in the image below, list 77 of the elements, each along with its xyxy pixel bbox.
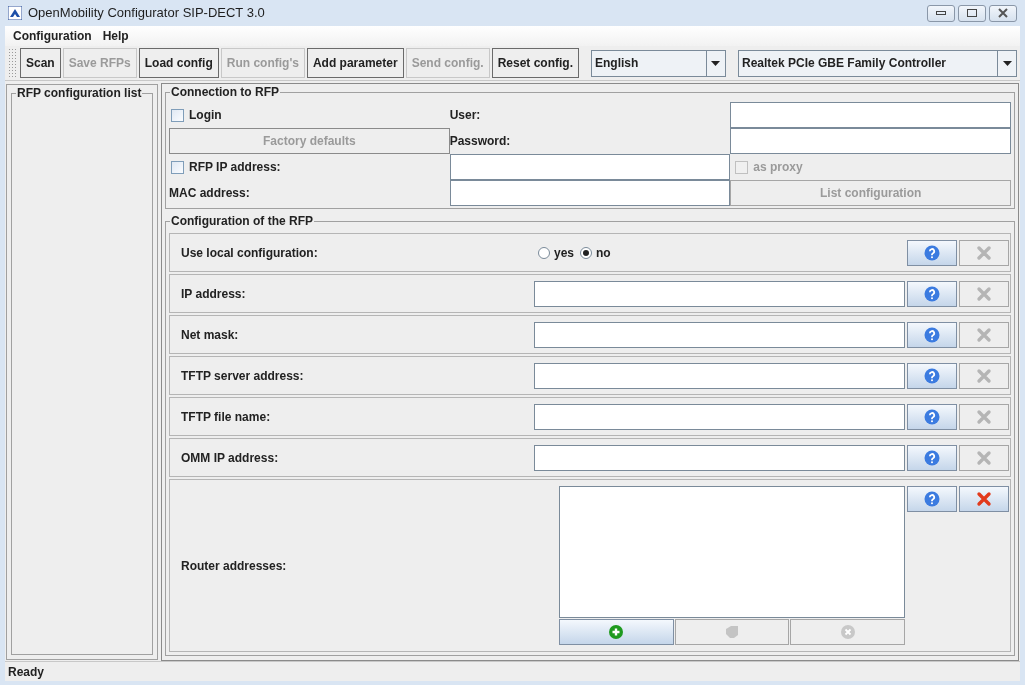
field-label: IP address:: [180, 285, 247, 303]
field-label: Use local configuration:: [180, 244, 319, 262]
field-label: MAC address:: [169, 185, 250, 202]
maximize-icon: [967, 9, 977, 17]
text-field[interactable]: [730, 102, 1011, 128]
help-icon: [924, 449, 940, 466]
window-title: OpenMobility Configurator SIP-DECT 3.0: [28, 4, 265, 23]
text-field[interactable]: [449, 180, 731, 206]
group-title: Configuration of the RFP: [170, 213, 314, 229]
maximize-button[interactable]: [958, 4, 986, 22]
help-icon: [924, 367, 940, 384]
help-icon: [924, 285, 940, 302]
field-label: TFTP server address:: [180, 367, 305, 385]
x-icon: [976, 491, 992, 507]
x-icon: [976, 367, 992, 384]
menu-item[interactable]: Configuration: [8, 27, 97, 45]
x-icon: [976, 244, 992, 261]
help-icon: [924, 326, 940, 343]
checkbox[interactable]: [171, 108, 184, 122]
status-text: Ready: [8, 663, 45, 681]
help-button[interactable]: [907, 486, 957, 512]
field-label: Router addresses:: [180, 557, 288, 575]
checkbox[interactable]: [171, 160, 184, 174]
menu-item[interactable]: Help: [97, 27, 134, 45]
toolbar-grip: [8, 48, 18, 78]
adapter-dropdown[interactable]: Realtek PCIe GBE Family Controller: [738, 49, 1017, 77]
x-icon: [976, 285, 992, 302]
language-dropdown[interactable]: English: [591, 49, 726, 77]
field-label: Password:: [449, 133, 511, 150]
address-list[interactable]: [559, 486, 905, 618]
checkbox-label: Login: [189, 107, 222, 124]
checkbox-label: as proxy: [753, 159, 803, 176]
text-field[interactable]: [449, 154, 731, 180]
remove-icon: [840, 625, 855, 639]
checkbox-label: RFP IP address:: [189, 159, 281, 176]
app-logo-icon: [8, 6, 22, 20]
x-icon: [976, 449, 992, 466]
tag-icon: [725, 625, 739, 639]
toolbar-button[interactable]: Scan: [20, 48, 61, 78]
list-action-button[interactable]: [559, 619, 674, 645]
help-icon: [924, 408, 940, 425]
help-icon: [924, 491, 940, 507]
radio-button[interactable]: [538, 246, 550, 259]
field-label: Net mask:: [180, 326, 240, 344]
minimize-button[interactable]: [927, 4, 955, 22]
x-icon: [976, 326, 992, 343]
radio-label: no: [596, 244, 611, 262]
caret-icon: [711, 60, 721, 66]
help-button[interactable]: [907, 362, 957, 389]
text-field[interactable]: [534, 280, 905, 307]
toolbar-button[interactable]: Add parameter: [306, 48, 404, 78]
help-button[interactable]: [907, 280, 957, 307]
radio-button[interactable]: [580, 246, 593, 259]
help-button[interactable]: [907, 444, 957, 471]
text-field[interactable]: [534, 444, 905, 471]
minimize-icon: [936, 11, 946, 15]
help-button[interactable]: [907, 321, 957, 348]
panel-title: RFP configuration list: [16, 85, 143, 101]
field-label: OMM IP address:: [180, 449, 280, 467]
text-field[interactable]: [534, 403, 905, 430]
plus-icon: [609, 625, 624, 639]
help-button[interactable]: [907, 403, 957, 430]
text-field[interactable]: [534, 321, 905, 348]
toolbar-button[interactable]: Reset config.: [491, 48, 579, 78]
field-label: User:: [449, 107, 481, 124]
text-field[interactable]: [730, 128, 1011, 154]
radio-label: yes: [554, 244, 575, 262]
delete-button[interactable]: [959, 486, 1009, 512]
caret-icon: [1002, 60, 1012, 66]
close-button[interactable]: [989, 4, 1017, 22]
close-icon: [997, 8, 1009, 18]
help-button[interactable]: [907, 239, 957, 266]
toolbar-button[interactable]: Load config: [138, 48, 219, 78]
help-icon: [924, 244, 940, 261]
x-icon: [976, 408, 992, 425]
field-label: TFTP file name:: [180, 408, 272, 426]
text-field[interactable]: [534, 362, 905, 389]
